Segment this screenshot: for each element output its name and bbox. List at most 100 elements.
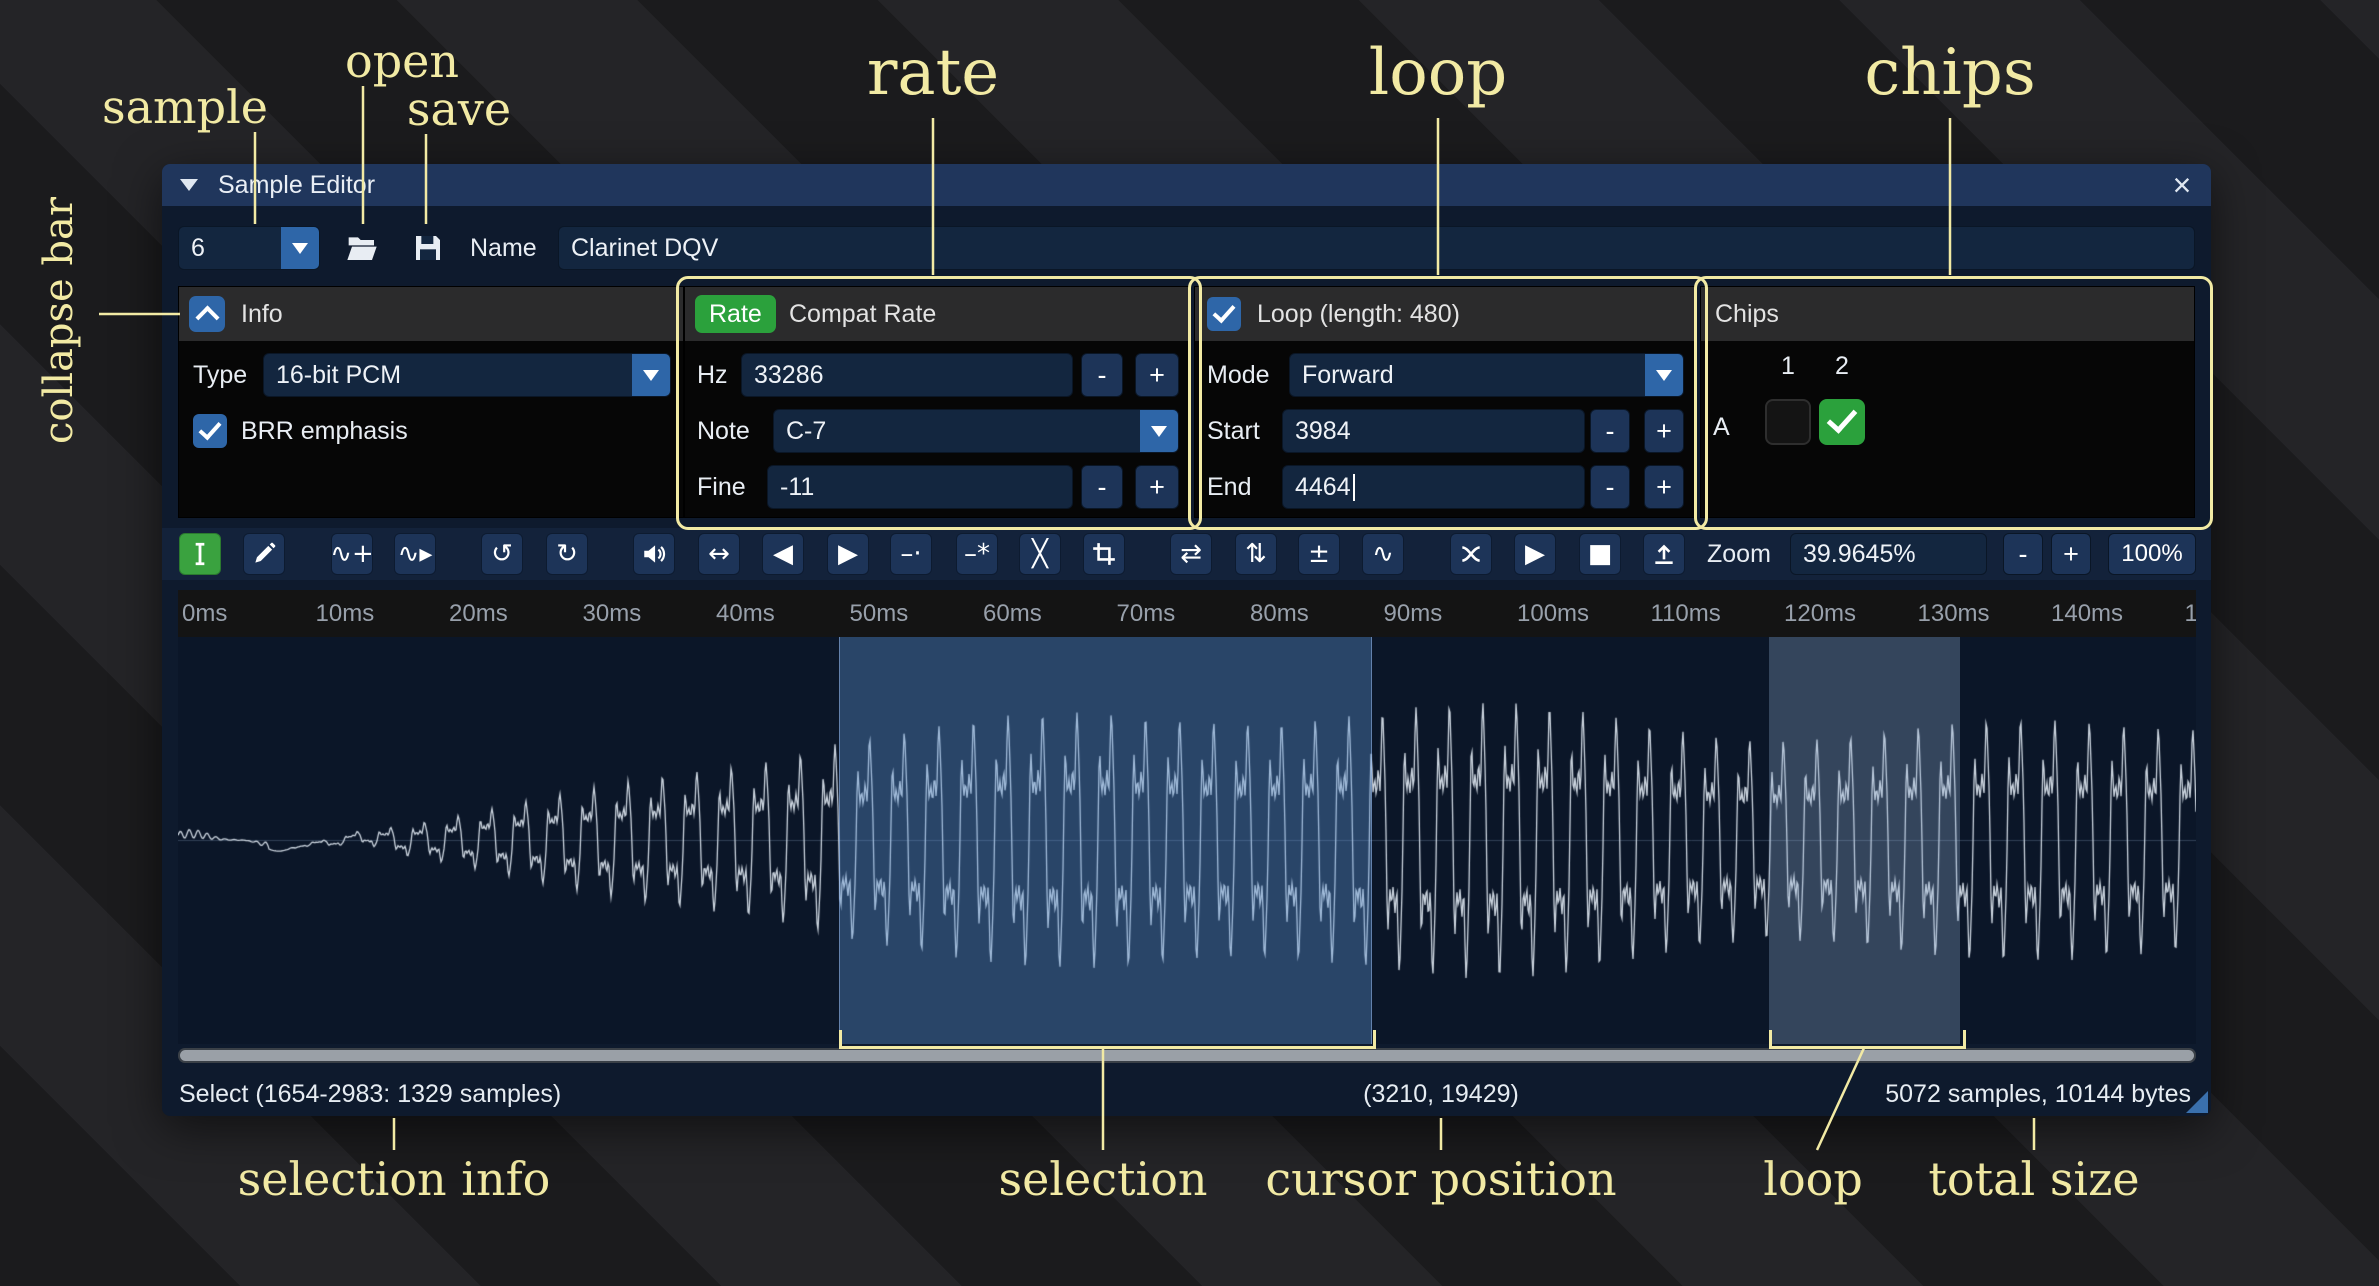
window-titlebar[interactable]: Sample Editor × <box>162 164 2211 206</box>
preview-button[interactable]: ▶ <box>1514 533 1556 575</box>
rate-panel-header: Rate Compat Rate <box>685 287 1189 341</box>
time-ruler[interactable]: 0ms10ms20ms30ms40ms50ms60ms70ms80ms90ms1… <box>178 590 2196 637</box>
loop-end-increase-button[interactable]: + <box>1644 465 1684 509</box>
loop-region[interactable] <box>1769 637 1960 1044</box>
invert-button[interactable]: ⇅ <box>1235 533 1277 575</box>
note-value: C-7 <box>786 410 826 452</box>
draw-tool-button[interactable] <box>243 533 285 575</box>
scrollbar-thumb[interactable] <box>180 1050 2194 1061</box>
amplify-button[interactable] <box>633 533 675 575</box>
note-select[interactable]: C-7 <box>773 409 1179 453</box>
filter-button[interactable]: ∿ <box>1362 533 1404 575</box>
fine-increase-button[interactable]: + <box>1135 465 1179 509</box>
waveform-view[interactable] <box>178 637 2196 1044</box>
ruler-label: 70ms <box>1117 600 1176 628</box>
resize-grip[interactable] <box>2186 1091 2208 1113</box>
ruler-label: 130ms <box>1918 600 1990 628</box>
sample-editor-window: Sample Editor × 6 Name Clarinet DQV Info… <box>162 164 2211 1116</box>
annotation-selection-info: selection info <box>238 1152 551 1206</box>
loop-start-input[interactable]: 3984 <box>1282 409 1585 453</box>
hz-label: Hz <box>697 353 728 397</box>
undo-button[interactable]: ↺ <box>481 533 523 575</box>
ruler-label: 150ms <box>2185 600 2197 628</box>
note-label: Note <box>697 409 750 453</box>
upload-button[interactable] <box>1643 533 1685 575</box>
brr-emphasis-checkbox[interactable] <box>193 414 227 448</box>
zoom-value-input[interactable]: 39.9645% <box>1790 533 1987 575</box>
sample-dropdown-button[interactable] <box>281 227 319 269</box>
selection-region[interactable] <box>839 637 1372 1044</box>
ruler-label: 0ms <box>182 600 227 628</box>
loop-enable-checkbox[interactable] <box>1207 297 1241 331</box>
stop-preview-button[interactable]: ■ <box>1579 533 1621 575</box>
zoom-reset-button[interactable]: 100% <box>2108 533 2196 575</box>
type-select[interactable]: 16-bit PCM <box>263 353 671 397</box>
save-floppy-icon <box>412 232 444 264</box>
type-dropdown-button[interactable] <box>632 354 670 396</box>
window-collapse-icon[interactable] <box>180 179 198 191</box>
loop-end-decrease-button[interactable]: - <box>1590 465 1630 509</box>
type-label: Type <box>193 353 247 397</box>
collapse-bar-button[interactable] <box>189 296 225 332</box>
chip-enable-checkbox-2[interactable] <box>1819 399 1865 445</box>
ruler-label: 140ms <box>2051 600 2123 628</box>
sign-exchange-button[interactable]: ± <box>1298 533 1340 575</box>
annotation-cursor-position: cursor position <box>1265 1152 1616 1206</box>
ruler-label: 80ms <box>1250 600 1309 628</box>
loop-start-increase-button[interactable]: + <box>1644 409 1684 453</box>
loop-start-decrease-button[interactable]: - <box>1590 409 1630 453</box>
note-dropdown-button[interactable] <box>1140 410 1178 452</box>
fade-in-icon: ◀ <box>773 539 793 569</box>
chip-row-label: A <box>1713 405 1730 449</box>
apply-silence-button[interactable]: –* <box>956 533 998 575</box>
compat-rate-label: Compat Rate <box>789 287 936 341</box>
crop-icon <box>1091 541 1117 567</box>
info-panel-header: Info <box>179 287 683 341</box>
loop-mode-dropdown-button[interactable] <box>1645 354 1683 396</box>
pencil-icon <box>251 541 277 567</box>
loop-header-label: Loop (length: 480) <box>1257 287 1460 341</box>
fade-in-button[interactable]: ◀ <box>762 533 804 575</box>
fine-decrease-button[interactable]: - <box>1081 465 1123 509</box>
loop-panel: Loop (length: 480) Mode Forward Start 39… <box>1194 286 1696 518</box>
annotation-loop-bottom: loop <box>1763 1152 1863 1206</box>
sample-number-select[interactable]: 6 <box>178 226 320 270</box>
fade-out-button[interactable]: ▶ <box>827 533 869 575</box>
trim-button[interactable] <box>1083 533 1125 575</box>
redo-button[interactable]: ↻ <box>546 533 588 575</box>
name-label: Name <box>470 226 537 270</box>
hz-input[interactable]: 33286 <box>741 353 1073 397</box>
name-input[interactable]: Clarinet DQV <box>558 226 2195 270</box>
crossfade-button[interactable] <box>1450 533 1492 575</box>
crossfade-icon <box>1458 541 1484 567</box>
insert-silence-button[interactable]: –· <box>890 533 932 575</box>
rate-badge[interactable]: Rate <box>695 295 776 333</box>
resample-button[interactable]: ∿▸ <box>394 533 436 575</box>
zoom-in-button[interactable]: + <box>2051 533 2091 575</box>
hz-decrease-button[interactable]: - <box>1081 353 1123 397</box>
horizontal-scrollbar[interactable] <box>178 1048 2196 1063</box>
close-button[interactable]: × <box>2163 166 2201 204</box>
hz-increase-button[interactable]: + <box>1135 353 1179 397</box>
ibeam-cursor-icon <box>187 541 213 567</box>
save-button[interactable] <box>404 226 451 270</box>
zoom-out-button[interactable]: - <box>2003 533 2043 575</box>
play-icon: ▶ <box>1525 539 1545 569</box>
normalize-button[interactable]: ↔ <box>698 533 740 575</box>
open-button[interactable] <box>338 226 385 270</box>
type-value: 16-bit PCM <box>276 354 401 396</box>
open-folder-icon <box>346 232 378 264</box>
ruler-label: 120ms <box>1784 600 1856 628</box>
select-tool-button[interactable] <box>179 533 221 575</box>
chevron-down-icon <box>1656 370 1672 381</box>
resize-button[interactable]: ∿+ <box>331 533 373 575</box>
fine-input[interactable]: -11 <box>767 465 1073 509</box>
resample-icon: ∿▸ <box>398 539 433 569</box>
stop-icon: ■ <box>1588 539 1613 569</box>
loop-mode-select[interactable]: Forward <box>1289 353 1684 397</box>
loop-bracket <box>1769 1030 1966 1049</box>
chip-enable-checkbox-1[interactable] <box>1765 399 1811 445</box>
loop-end-input[interactable]: 4464 <box>1282 465 1585 509</box>
reverse-button[interactable]: ⇄ <box>1170 533 1212 575</box>
delete-button[interactable]: ╳ <box>1019 533 1061 575</box>
